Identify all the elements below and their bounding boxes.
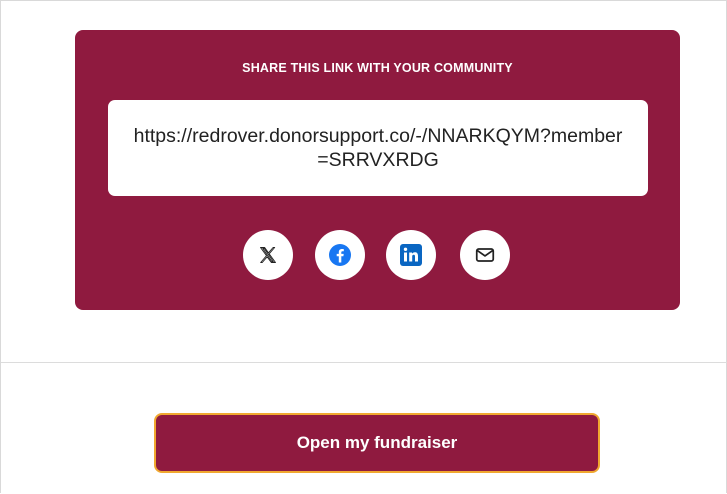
share-linkedin-button[interactable] [386,230,436,280]
share-link-box[interactable]: https://redrover.donorsupport.co/-/NNARK… [108,100,648,196]
share-facebook-button[interactable] [315,230,365,280]
facebook-icon [328,243,352,267]
section-divider [1,362,727,363]
share-x-button[interactable] [243,230,293,280]
share-email-button[interactable] [460,230,510,280]
share-heading: SHARE THIS LINK WITH YOUR COMMUNITY [242,61,513,75]
share-card: SHARE THIS LINK WITH YOUR COMMUNITY http… [75,30,680,310]
email-icon [474,244,496,266]
share-link-text[interactable]: https://redrover.donorsupport.co/-/NNARK… [128,124,628,172]
linkedin-icon [399,243,423,267]
social-share-row [75,230,680,280]
open-fundraiser-button[interactable]: Open my fundraiser [154,413,600,473]
x-icon [258,245,278,265]
